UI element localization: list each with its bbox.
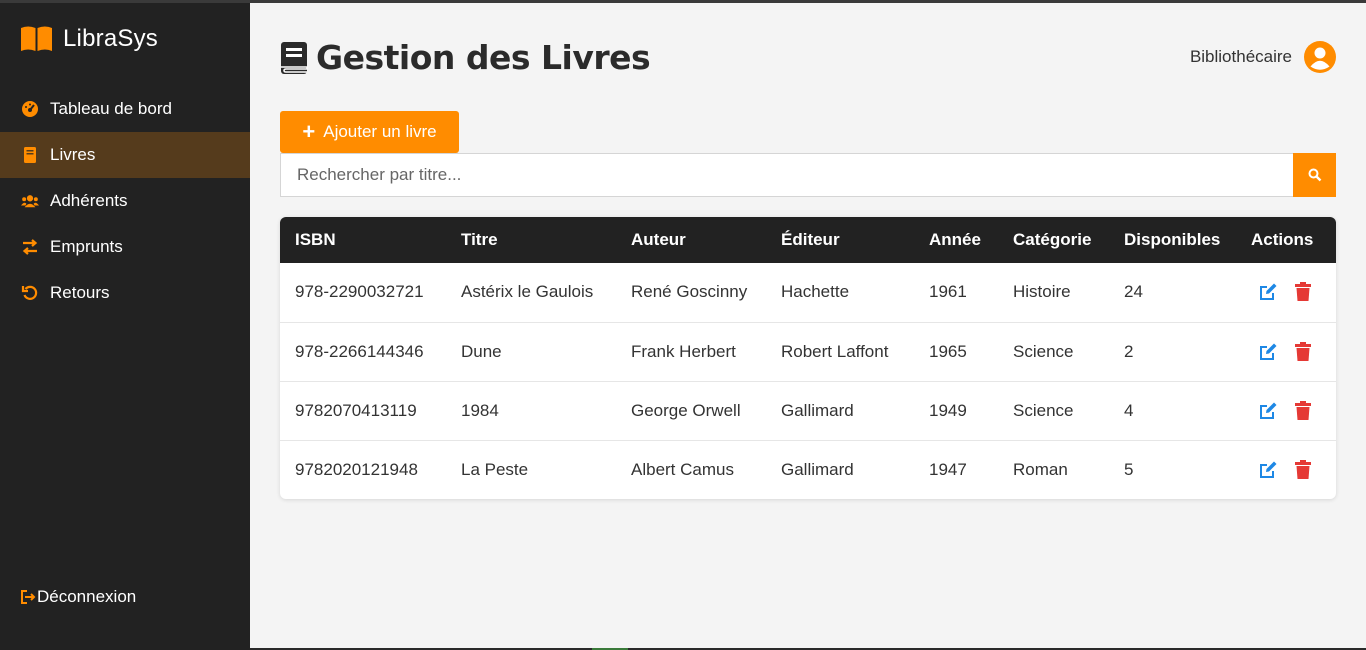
search-icon <box>1308 168 1321 182</box>
sidebar-item-label: Tableau de bord <box>50 99 172 118</box>
dashboard-gauge-icon <box>20 99 40 119</box>
users-icon <box>20 191 40 211</box>
cell-year: 1961 <box>929 282 967 302</box>
edit-icon[interactable] <box>1258 460 1278 480</box>
sidebar-item-dashboard[interactable]: Tableau de bord <box>0 86 250 132</box>
edit-icon[interactable] <box>1258 401 1278 421</box>
sidebar: LibraSys Tableau de bord Livres Adhérent… <box>0 3 250 650</box>
sidebar-item-loans[interactable]: Emprunts <box>0 224 250 270</box>
cell-year: 1947 <box>929 459 967 479</box>
delete-icon[interactable] <box>1294 341 1312 362</box>
cell-isbn: 978-2266144346 <box>295 341 424 361</box>
column-header-year[interactable]: Année <box>914 217 998 263</box>
cell-category: Science <box>1013 400 1074 420</box>
table-row: 978-2266144346 Dune Frank Herbert Robert… <box>280 322 1336 381</box>
delete-icon[interactable] <box>1294 400 1312 421</box>
edit-icon[interactable] <box>1258 342 1278 362</box>
cell-title: 1984 <box>461 400 499 420</box>
cell-title: Astérix le Gaulois <box>461 282 594 302</box>
plus-icon: + <box>302 119 316 144</box>
cell-available: 2 <box>1124 341 1134 361</box>
cell-actions <box>1236 381 1336 440</box>
sign-out-icon <box>21 590 36 604</box>
table-header-row: ISBN Titre Auteur Éditeur Année Catégori… <box>280 217 1336 263</box>
cell-category: Roman <box>1013 459 1068 479</box>
cell-author: René Goscinny <box>631 282 748 302</box>
sidebar-item-label: Emprunts <box>50 237 123 256</box>
column-header-actions: Actions <box>1251 230 1314 249</box>
cell-isbn: 9782070413119 <box>295 400 417 420</box>
sidebar-item-members[interactable]: Adhérents <box>0 178 250 224</box>
search-input[interactable] <box>280 153 1293 197</box>
cell-publisher: Robert Laffont <box>781 341 889 361</box>
table-row: 978-2290032721 Astérix le Gaulois René G… <box>280 263 1336 322</box>
cell-publisher: Gallimard <box>781 459 854 479</box>
cell-actions <box>1236 440 1336 499</box>
cell-isbn: 9782020121948 <box>295 459 418 479</box>
cell-available: 24 <box>1124 282 1143 302</box>
sidebar-item-returns[interactable]: Retours <box>0 270 250 316</box>
sidebar-nav: Tableau de bord Livres Adhérents Emprunt… <box>0 86 250 316</box>
cell-category: Histoire <box>1013 282 1071 302</box>
cell-title: Dune <box>461 341 502 361</box>
sidebar-item-label: Adhérents <box>50 191 128 210</box>
cell-title: La Peste <box>461 459 529 479</box>
search-button[interactable] <box>1293 153 1336 197</box>
delete-icon[interactable] <box>1294 282 1312 302</box>
table-row: 9782020121948 La Peste Albert Camus Gall… <box>280 440 1336 499</box>
main-content: Gestion des Livres Bibliothécaire + Ajou… <box>250 3 1366 648</box>
sidebar-item-label: Retours <box>50 283 110 302</box>
logout-label: Déconnexion <box>37 587 137 606</box>
user-role: Bibliothécaire <box>1189 47 1292 66</box>
cell-publisher: Hachette <box>781 282 850 302</box>
page-heading: Gestion des Livres <box>316 38 651 77</box>
exchange-arrows-icon <box>20 237 40 257</box>
cell-year: 1949 <box>929 400 967 420</box>
undo-icon <box>20 283 40 303</box>
user-avatar-icon <box>1304 41 1336 73</box>
app-name: LibraSys <box>63 25 158 52</box>
book-icon <box>20 145 40 165</box>
user-menu[interactable]: Bibliothécaire <box>1190 41 1336 73</box>
column-header-available[interactable]: Disponibles <box>1109 217 1236 263</box>
edit-icon[interactable] <box>1258 282 1278 302</box>
logout-link[interactable]: Déconnexion <box>20 587 136 607</box>
cell-publisher: Gallimard <box>781 400 854 420</box>
delete-icon[interactable] <box>1294 459 1312 480</box>
cell-isbn: 978-2290032721 <box>295 282 424 302</box>
cell-author: Albert Camus <box>631 459 734 479</box>
add-book-button[interactable]: + Ajouter un livre <box>280 111 459 153</box>
column-header-author[interactable]: Auteur <box>616 217 766 263</box>
sidebar-item-label: Livres <box>50 145 96 164</box>
table-row: 9782070413119 1984 George Orwell Gallima… <box>280 381 1336 440</box>
sidebar-item-books[interactable]: Livres <box>0 132 250 178</box>
cell-author: George Orwell <box>631 400 741 420</box>
book-icon <box>281 41 308 74</box>
brand[interactable]: LibraSys <box>20 25 158 53</box>
search-bar <box>280 153 1336 197</box>
cell-available: 4 <box>1124 400 1134 420</box>
column-header-publisher[interactable]: Éditeur <box>766 217 914 263</box>
page-title: Gestion des Livres <box>280 38 651 77</box>
column-header-isbn[interactable]: ISBN <box>280 217 446 263</box>
column-header-title[interactable]: Titre <box>446 217 616 263</box>
cell-author: Frank Herbert <box>631 341 736 361</box>
add-book-label: Ajouter un livre <box>323 122 437 141</box>
books-table: ISBN Titre Auteur Éditeur Année Catégori… <box>280 217 1336 499</box>
cell-actions <box>1236 322 1336 381</box>
open-book-logo-icon <box>21 26 52 51</box>
cell-actions <box>1236 263 1336 322</box>
cell-category: Science <box>1013 341 1074 361</box>
cell-year: 1965 <box>929 341 967 361</box>
books-table-container: ISBN Titre Auteur Éditeur Année Catégori… <box>280 217 1336 499</box>
column-header-category[interactable]: Catégorie <box>998 217 1109 263</box>
cell-available: 5 <box>1124 459 1134 479</box>
